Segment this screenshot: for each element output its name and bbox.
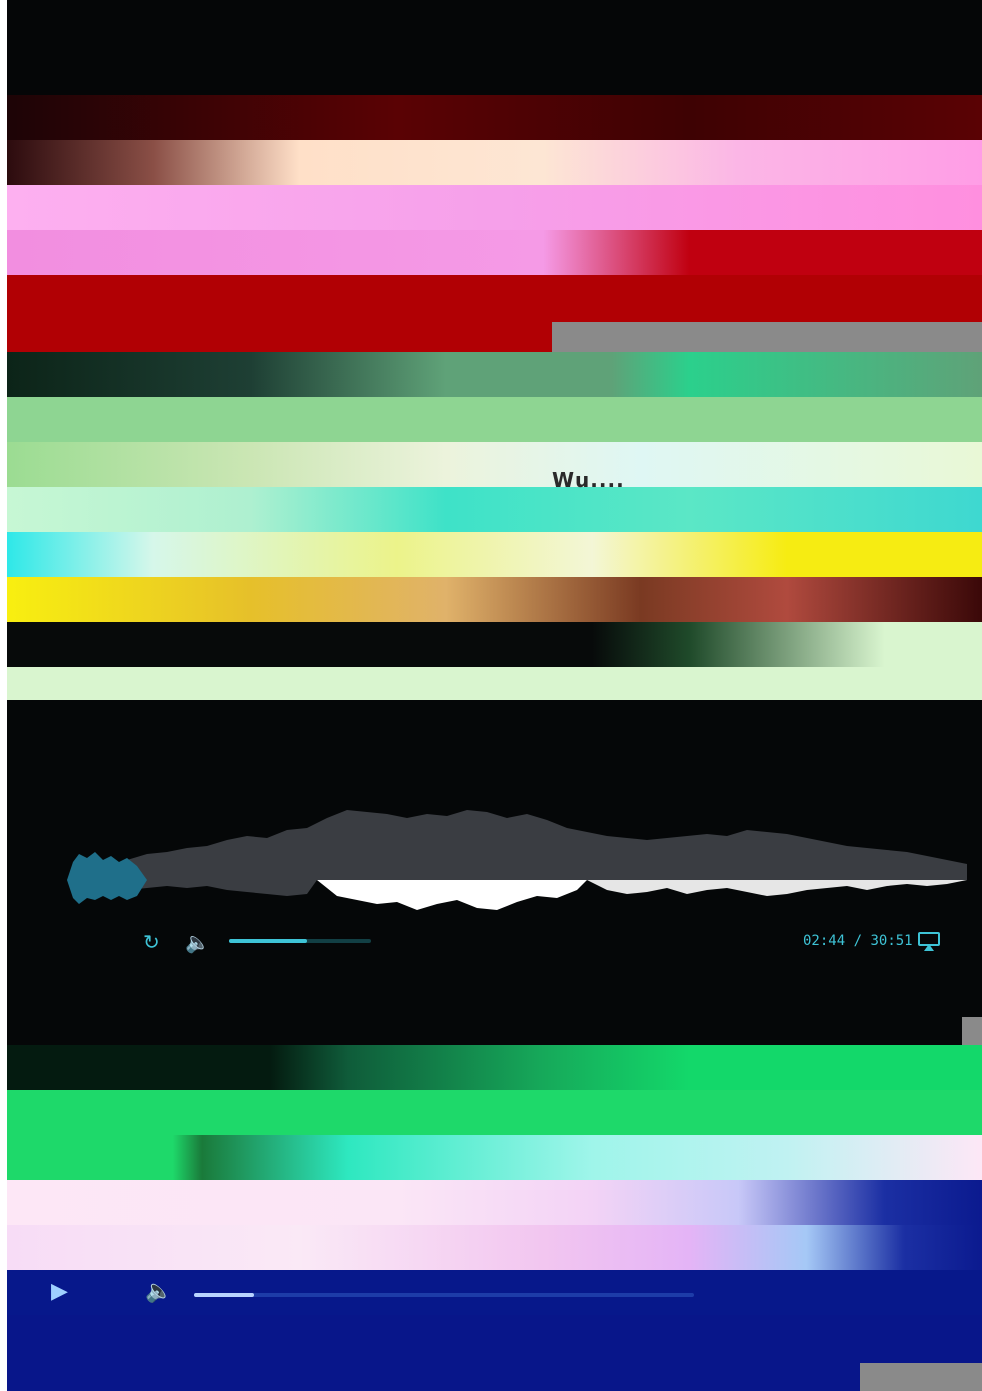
- audio-player-4: ▶ 🔈: [7, 1045, 982, 1391]
- artwork-band-pink-blue: [7, 1225, 982, 1270]
- artwork-band-green-aqua: [7, 1135, 982, 1180]
- artwork-band-pale-green: [7, 667, 982, 700]
- waveform-unplayed: [67, 810, 967, 880]
- artwork-band-yellow-cyan: [7, 532, 982, 577]
- waveform[interactable]: [7, 800, 982, 920]
- artwork-band-dark: [7, 622, 982, 667]
- artwork-band-deep-blue: [7, 1315, 982, 1391]
- seek-slider-fill: [194, 1293, 254, 1297]
- artwork-band-light-green: [7, 442, 982, 487]
- waveform-played: [317, 880, 587, 910]
- seek-slider[interactable]: [194, 1293, 694, 1297]
- play-icon[interactable]: ▶: [51, 1281, 68, 1303]
- airplay-icon[interactable]: [917, 931, 941, 956]
- audio-player-1: [7, 0, 982, 352]
- volume-slider[interactable]: [229, 939, 371, 943]
- audio-player-2: Wu....: [7, 352, 982, 700]
- loop-icon[interactable]: ↻: [143, 932, 160, 952]
- artwork-caption: Wu....: [552, 468, 625, 492]
- player-3-scroll-indicator[interactable]: [962, 1017, 982, 1045]
- artwork-band-pink-red: [7, 230, 982, 275]
- player-4-scroll-indicator[interactable]: [860, 1363, 982, 1391]
- top-header-band: [7, 0, 982, 95]
- artwork-band-green: [7, 1090, 982, 1135]
- artwork-band-pink: [7, 185, 982, 230]
- artwork-band-aqua: [7, 487, 982, 532]
- artwork-band-skin: [7, 140, 982, 185]
- volume-icon[interactable]: 🔈: [145, 1281, 172, 1303]
- waveform-unplayed-lower-2: [587, 880, 967, 896]
- time-readout: 02:44 / 30:51: [803, 933, 913, 949]
- volume-slider-fill: [229, 939, 308, 943]
- time-current: 02:44: [803, 933, 846, 949]
- artwork-band-light: [7, 1180, 982, 1225]
- player-3-controls: ↻ 🔈 02:44 / 30:51: [7, 925, 982, 965]
- artwork-band-yellow-brown: [7, 577, 982, 622]
- artwork-band-header: [7, 1045, 982, 1090]
- time-total: 30:51: [870, 933, 913, 949]
- player-4-controls: ▶ 🔈: [7, 1273, 982, 1317]
- volume-icon[interactable]: 🔈: [185, 932, 210, 952]
- artwork-band-green: [7, 397, 982, 442]
- player-1-scroll-indicator[interactable]: [552, 322, 982, 352]
- time-separator: /: [853, 933, 863, 949]
- artwork-band-dark-red: [7, 95, 982, 140]
- artwork-band-header: [7, 352, 982, 397]
- audio-player-3: ↻ 🔈 02:44 / 30:51: [7, 700, 982, 1045]
